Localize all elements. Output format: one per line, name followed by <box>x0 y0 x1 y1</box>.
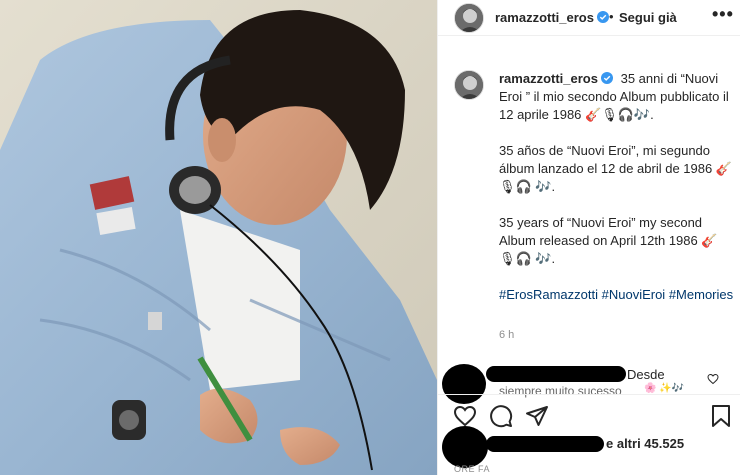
likes-count[interactable]: e altri 45.525 <box>606 436 684 451</box>
caption-time-ago[interactable]: 6 h <box>499 329 514 341</box>
follow-separator: • <box>609 9 614 24</box>
caption-username[interactable]: ramazzotti_eros <box>499 71 613 86</box>
redaction-bar <box>486 366 626 382</box>
post-photo-illustration <box>0 0 437 475</box>
more-options-button[interactable]: ••• <box>712 4 734 25</box>
caption-author-avatar[interactable] <box>454 70 484 100</box>
redaction-blob <box>442 426 488 468</box>
caption-username-text[interactable]: ramazzotti_eros <box>499 71 598 86</box>
following-button[interactable]: Segui già <box>619 10 677 25</box>
post-header: ramazzotti_eros • Segui già ••• <box>438 0 740 36</box>
caption-english-text: 35 years of “Nuovi Eroi” my second Album… <box>499 215 718 266</box>
likes-section: e altri 45.525 ORE FA <box>438 424 740 475</box>
hashtag-link[interactable]: #ErosRamazzotti <box>499 287 598 302</box>
caption-spanish-text: 35 años de “Nuovi Eroi”, mi segundo álbu… <box>499 143 733 194</box>
post-sidebar: ramazzotti_eros • Segui già ••• ramazzot… <box>437 0 740 475</box>
comment-text: Desde <box>627 367 665 382</box>
avatar-image <box>455 71 483 99</box>
author-username-text[interactable]: ramazzotti_eros <box>495 10 594 25</box>
small-heart-icon[interactable] <box>707 373 719 385</box>
redaction-bar <box>486 436 604 452</box>
verified-badge-icon <box>596 11 609 23</box>
caption-text: ramazzotti_eros 35 anni di “Nuovi Eroi ”… <box>499 70 734 304</box>
avatar-image <box>455 4 483 32</box>
verified-badge-icon <box>600 72 613 84</box>
comment-emoji: 🌸 ✨🎶 <box>644 383 685 394</box>
author-username[interactable]: ramazzotti_eros <box>495 10 609 25</box>
author-avatar[interactable] <box>454 3 484 33</box>
hashtag-link[interactable]: #NuoviEroi <box>602 287 666 302</box>
hashtag-link[interactable]: #Memories <box>669 287 733 302</box>
caption-hashtags: #ErosRamazzotti #NuoviEroi #Memories <box>499 286 734 304</box>
comment-item: Desde siempre muito sucesso 🌸 ✨🎶 <box>438 356 740 404</box>
post-time-ago[interactable]: ORE FA <box>454 464 490 474</box>
post-photo <box>0 0 437 475</box>
caption-paragraph-it: ramazzotti_eros 35 anni di “Nuovi Eroi ”… <box>499 70 734 124</box>
